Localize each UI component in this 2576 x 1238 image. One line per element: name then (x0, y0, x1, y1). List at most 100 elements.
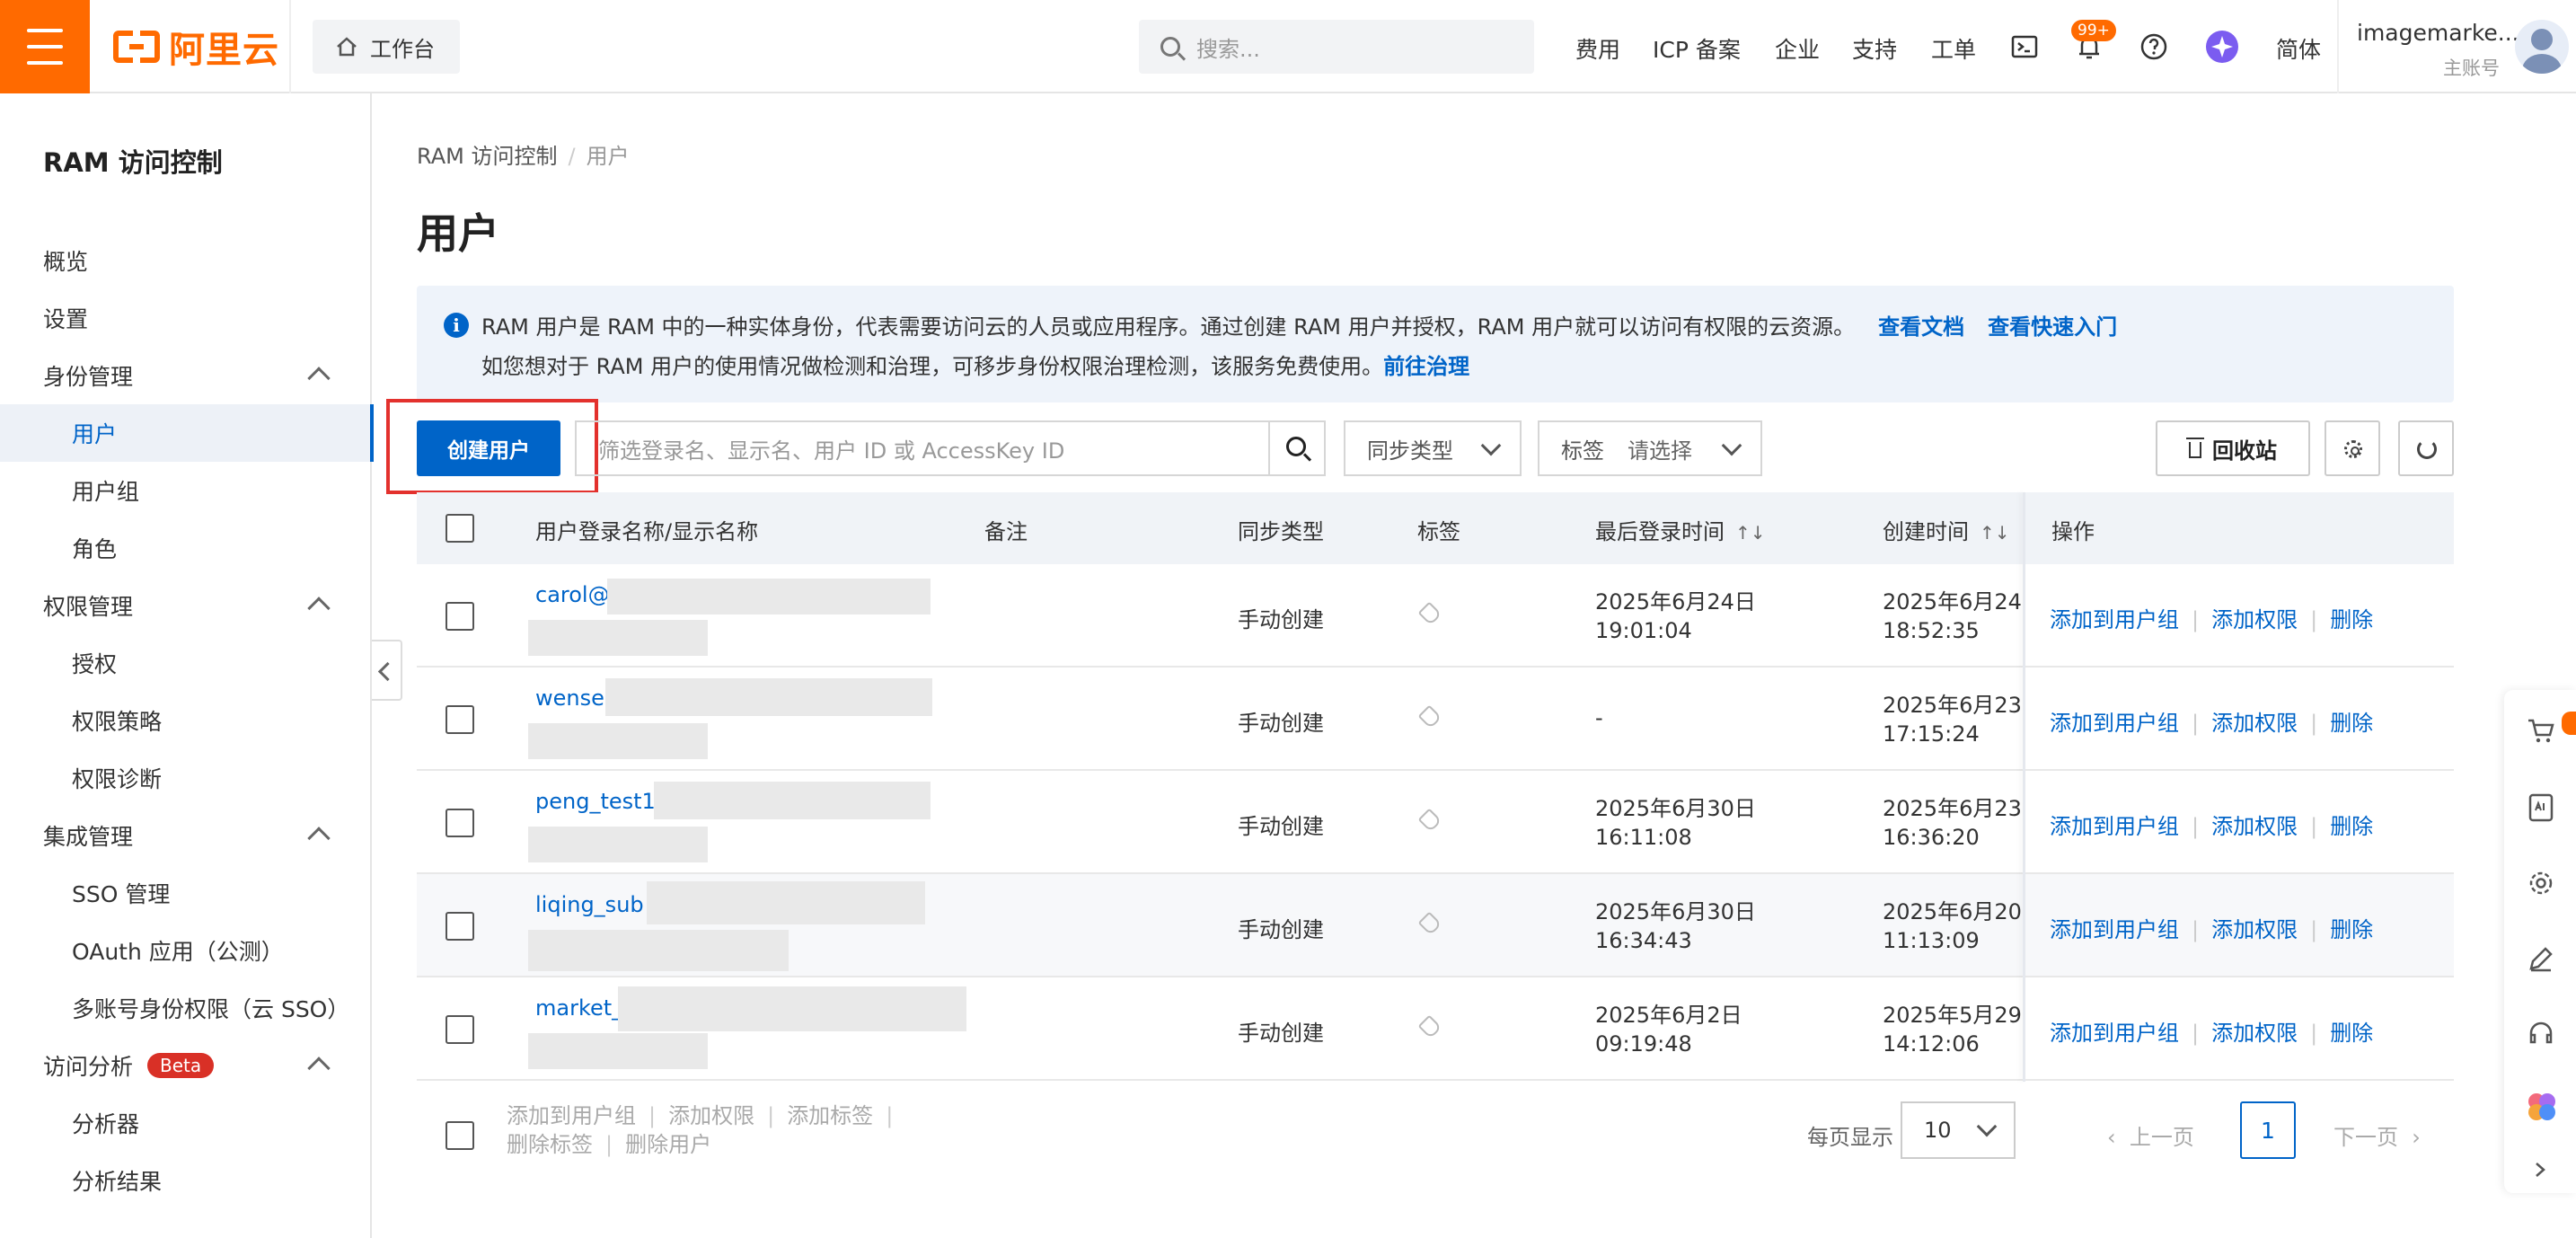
add-permission-link[interactable]: 添加权限 (2211, 917, 2298, 942)
user-login-name[interactable]: peng_test1 (535, 789, 656, 814)
sync-type: 手动创建 (1238, 607, 1324, 632)
tag-icon[interactable] (1417, 704, 1442, 730)
bulk-add-to-group[interactable]: 添加到用户组 (507, 1103, 636, 1128)
sidebar-group-identity[interactable]: 身份管理 (0, 347, 372, 404)
delete-link[interactable]: 删除 (2330, 917, 2373, 942)
refresh-button[interactable] (2398, 420, 2454, 476)
sidebar-item-oauth[interactable]: OAuth 应用（公测） (0, 922, 372, 979)
delete-link[interactable]: 删除 (2330, 814, 2373, 839)
bulk-add-tag[interactable]: 添加标签 (787, 1103, 873, 1128)
tag-icon[interactable] (1417, 808, 1442, 833)
sidebar-item-cloud-sso[interactable]: 多账号身份权限（云 SSO） (0, 979, 372, 1037)
sidebar-item-analysis-results[interactable]: 分析结果 (0, 1152, 372, 1209)
add-permission-link[interactable]: 添加权限 (2211, 1021, 2298, 1046)
col-created[interactable]: 创建时间 ↑↓ (1883, 514, 2010, 545)
nav-icp[interactable]: ICP 备案 (1653, 32, 1741, 63)
menu-icon[interactable] (0, 0, 90, 93)
ai-assistant-icon[interactable] (2204, 29, 2240, 65)
nav-billing[interactable]: 费用 (1575, 32, 1620, 63)
tag-icon[interactable] (1417, 1014, 1442, 1039)
sidebar-collapse-button[interactable] (372, 640, 402, 701)
row-checkbox[interactable] (446, 809, 474, 837)
next-page-button[interactable]: 下一页 › (2333, 1119, 2421, 1151)
headset-icon[interactable] (2526, 1019, 2556, 1049)
row-checkbox[interactable] (446, 1015, 474, 1044)
aliyun-logo[interactable]: 阿里云 (113, 27, 279, 71)
add-permission-link[interactable]: 添加权限 (2211, 814, 2298, 839)
sidebar-item-diagnostics[interactable]: 权限诊断 (0, 749, 372, 807)
settings-button[interactable] (2325, 420, 2380, 476)
add-permission-link[interactable]: 添加权限 (2211, 607, 2298, 632)
add-to-group-link[interactable]: 添加到用户组 (2050, 1021, 2179, 1046)
footer-select-all-checkbox[interactable] (446, 1121, 474, 1150)
sort-icon[interactable]: ↑↓ (1735, 522, 1766, 544)
settings-icon[interactable] (2526, 868, 2556, 898)
edit-icon[interactable] (2526, 943, 2556, 974)
col-last-login[interactable]: 最后登录时间 ↑↓ (1595, 514, 1766, 545)
workbench-button[interactable]: 工作台 (313, 20, 460, 74)
add-to-group-link[interactable]: 添加到用户组 (2050, 917, 2179, 942)
expand-icon[interactable] (2531, 1161, 2549, 1179)
sidebar-group-integration[interactable]: 集成管理 (0, 807, 372, 864)
bulk-remove-tag[interactable]: 删除标签 (507, 1132, 593, 1157)
add-to-group-link[interactable]: 添加到用户组 (2050, 607, 2179, 632)
terminal-icon[interactable] (2010, 32, 2039, 61)
top-bar: 阿里云 工作台 搜索... 费用 ICP 备案 企业 支持 工单 99+ 简体 … (0, 0, 2576, 93)
user-login-name[interactable]: liqing_sub (535, 892, 644, 917)
delete-link[interactable]: 删除 (2330, 1021, 2373, 1046)
sidebar-item-users[interactable]: 用户 (0, 404, 374, 462)
bulk-add-permission[interactable]: 添加权限 (668, 1103, 754, 1128)
tag-icon[interactable] (1417, 911, 1442, 936)
sidebar-group-permissions[interactable]: 权限管理 (0, 577, 372, 634)
nav-ticket[interactable]: 工单 (1931, 32, 1976, 63)
user-name[interactable]: imagemarke... (2357, 20, 2519, 46)
help-icon[interactable] (2139, 32, 2168, 61)
view-docs-link[interactable]: 查看文档 (1878, 314, 1964, 340)
cart-icon[interactable] (2526, 715, 2556, 746)
per-page-select[interactable]: 10 (1901, 1101, 2016, 1159)
global-search-input[interactable]: 搜索... (1139, 20, 1534, 74)
row-checkbox[interactable] (446, 912, 474, 941)
delete-link[interactable]: 删除 (2330, 711, 2373, 736)
quickstart-link[interactable]: 查看快速入门 (1988, 314, 2117, 340)
nav-support[interactable]: 支持 (1852, 32, 1897, 63)
user-login-name[interactable]: wenser (535, 685, 613, 711)
sidebar-item-analyzers[interactable]: 分析器 (0, 1094, 372, 1152)
add-to-group-link[interactable]: 添加到用户组 (2050, 814, 2179, 839)
sidebar-item-roles[interactable]: 角色 (0, 519, 372, 577)
filter-search-button[interactable] (1270, 420, 1326, 476)
select-all-checkbox[interactable] (446, 514, 474, 543)
language-switch[interactable]: 简体 (2276, 32, 2321, 63)
user-filter-input[interactable]: 筛选登录名、显示名、用户 ID 或 AccessKey ID (575, 420, 1270, 476)
tag-select[interactable]: 标签 请选择 (1538, 420, 1762, 476)
add-permission-link[interactable]: 添加权限 (2211, 711, 2298, 736)
sync-type-select[interactable]: 同步类型 (1344, 420, 1522, 476)
page-number-current[interactable]: 1 (2240, 1101, 2296, 1159)
nav-enterprise[interactable]: 企业 (1775, 32, 1820, 63)
sidebar-item-settings[interactable]: 设置 (0, 289, 372, 347)
sidebar-item-user-groups[interactable]: 用户组 (0, 462, 372, 519)
prev-page-button[interactable]: ‹ 上一页 (2107, 1119, 2194, 1151)
delete-link[interactable]: 删除 (2330, 607, 2373, 632)
breadcrumb-current: 用户 (586, 144, 630, 169)
ai-brain-icon[interactable] (2524, 1089, 2560, 1125)
sidebar-item-grants[interactable]: 授权 (0, 634, 372, 692)
avatar[interactable] (2515, 20, 2569, 74)
sidebar-item-overview[interactable]: 概览 (0, 232, 372, 289)
row-checkbox[interactable] (446, 705, 474, 734)
api-icon[interactable] (2526, 792, 2556, 823)
user-login-name[interactable]: market_ (535, 995, 622, 1021)
sidebar-group-access-analysis[interactable]: 访问分析 Beta (0, 1037, 372, 1094)
info-icon: i (444, 313, 469, 338)
recycle-bin-button[interactable]: 回收站 (2156, 420, 2310, 476)
row-checkbox[interactable] (446, 602, 474, 631)
breadcrumb-root[interactable]: RAM 访问控制 (417, 144, 557, 169)
tag-icon[interactable] (1417, 601, 1442, 626)
sort-icon[interactable]: ↑↓ (1980, 522, 2010, 544)
bulk-delete-user[interactable]: 删除用户 (625, 1132, 711, 1157)
user-login-name[interactable]: carol@ (535, 582, 610, 607)
add-to-group-link[interactable]: 添加到用户组 (2050, 711, 2179, 736)
sidebar-item-policies[interactable]: 权限策略 (0, 692, 372, 749)
sidebar-item-sso[interactable]: SSO 管理 (0, 864, 372, 922)
governance-link[interactable]: 前往治理 (1383, 354, 1469, 379)
